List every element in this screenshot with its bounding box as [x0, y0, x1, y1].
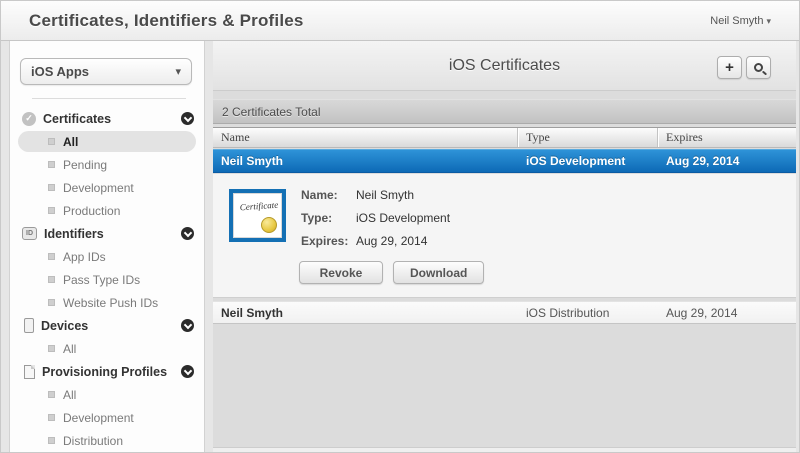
summary-bar: 2 Certificates Total	[213, 99, 796, 124]
column-header-expires[interactable]: Expires	[658, 128, 796, 147]
sidebar-item-label: Pass Type IDs	[63, 272, 141, 287]
id-badge-icon: ID	[22, 227, 37, 240]
cell-expires: Aug 29, 2014	[666, 305, 738, 320]
certificate-seal-icon: ✓	[22, 111, 36, 126]
section-label: Certificates	[43, 111, 112, 126]
search-button[interactable]	[746, 56, 771, 79]
revoke-button[interactable]: Revoke	[299, 261, 383, 284]
sidebar-section-devices[interactable]: Devices	[10, 314, 204, 337]
certificate-detail-panel: Certificate Name: Neil Smyth Type: iOS D…	[213, 174, 796, 298]
sidebar-item-certificates-production[interactable]: Production	[10, 199, 204, 222]
bullet-icon	[48, 253, 55, 260]
bullet-icon	[48, 414, 55, 421]
detail-fields: Name: Neil Smyth Type: iOS Development E…	[301, 188, 450, 257]
sidebar-item-profiles-distribution[interactable]: Distribution	[10, 429, 204, 452]
field-label: Name:	[301, 188, 338, 202]
sidebar-item-label: App IDs	[63, 249, 106, 264]
sidebar-section-certificates[interactable]: ✓ Certificates	[10, 107, 204, 130]
chevron-down-icon: ▾	[766, 16, 771, 26]
bullet-icon	[48, 299, 55, 306]
sidebar-section-provisioning-profiles[interactable]: Provisioning Profiles	[10, 360, 204, 383]
cell-type: iOS Development	[526, 154, 626, 168]
magnifier-icon	[754, 63, 763, 72]
sidebar-item-devices-all[interactable]: All	[10, 337, 204, 360]
certificate-thumbnail-label: Certificate	[239, 199, 279, 213]
column-header-name[interactable]: Name	[213, 128, 518, 147]
sidebar-item-app-ids[interactable]: App IDs	[10, 245, 204, 268]
sidebar-item-certificates-development[interactable]: Development	[10, 176, 204, 199]
cell-expires: Aug 29, 2014	[666, 154, 740, 168]
certificates-identifiers-profiles-page: Certificates, Identifiers & Profiles Nei…	[0, 0, 800, 453]
sidebar-item-label: Development	[63, 180, 134, 195]
sidebar-divider	[32, 98, 186, 99]
sidebar-item-profiles-all[interactable]: All	[10, 383, 204, 406]
sidebar-item-certificates-pending[interactable]: Pending	[10, 153, 204, 176]
bullet-icon	[48, 391, 55, 398]
download-button[interactable]: Download	[393, 261, 485, 284]
sidebar-nav: ✓ Certificates All Pending Development P…	[10, 107, 204, 452]
bullet-icon	[48, 437, 55, 444]
field-value: Neil Smyth	[356, 188, 415, 202]
sidebar-item-label: Distribution	[63, 433, 124, 448]
bottom-strip	[213, 447, 796, 452]
table-row-selected[interactable]: Neil Smyth iOS Development Aug 29, 2014	[213, 149, 796, 173]
bullet-icon	[48, 138, 55, 145]
page-title: Certificates, Identifiers & Profiles	[29, 11, 304, 30]
bullet-icon	[48, 207, 55, 214]
sidebar-item-pass-type-ids[interactable]: Pass Type IDs	[10, 268, 204, 291]
cell-name: Neil Smyth	[221, 154, 284, 168]
detail-buttons: Revoke Download	[299, 261, 485, 284]
section-label: Identifiers	[44, 226, 104, 241]
sidebar-item-label: All	[63, 387, 77, 402]
gold-seal-icon	[261, 217, 277, 233]
chevron-down-circle-icon[interactable]	[181, 112, 194, 125]
chevron-down-circle-icon[interactable]	[181, 227, 194, 240]
sidebar-item-website-push-ids[interactable]: Website Push IDs	[10, 291, 204, 314]
user-name: Neil Smyth	[710, 15, 764, 27]
detail-field-name: Name: Neil Smyth	[301, 188, 450, 202]
team-selector-label: iOS Apps	[31, 64, 90, 79]
certificate-thumbnail: Certificate	[229, 189, 286, 242]
user-account-menu[interactable]: Neil Smyth ▾	[710, 15, 771, 27]
team-selector-dropdown[interactable]: iOS Apps ▾	[20, 58, 192, 85]
sidebar-section-identifiers[interactable]: ID Identifiers	[10, 222, 204, 245]
sidebar-item-label: All	[63, 134, 79, 149]
sidebar-item-label: All	[63, 341, 77, 356]
chevron-down-circle-icon[interactable]	[181, 365, 194, 378]
column-header-type[interactable]: Type	[518, 128, 658, 147]
field-label: Type:	[301, 211, 333, 225]
add-certificate-button[interactable]: +	[717, 56, 742, 79]
sidebar-item-profiles-development[interactable]: Development	[10, 406, 204, 429]
field-label: Expires:	[301, 234, 349, 248]
field-value: Aug 29, 2014	[356, 234, 428, 248]
detail-field-type: Type: iOS Development	[301, 211, 450, 225]
main-panel: iOS Certificates + 2 Certificates Total …	[213, 41, 796, 452]
chevron-down-icon: ▾	[175, 66, 181, 78]
table-header: Name Type Expires	[213, 127, 796, 148]
main-titlebar: iOS Certificates +	[213, 41, 796, 91]
sidebar-item-label: Production	[63, 203, 121, 218]
bullet-icon	[48, 161, 55, 168]
device-icon	[24, 318, 34, 333]
top-header: Certificates, Identifiers & Profiles Nei…	[1, 1, 799, 41]
bullet-icon	[48, 345, 55, 352]
table-row[interactable]: Neil Smyth iOS Distribution Aug 29, 2014	[213, 301, 796, 324]
bullet-icon	[48, 184, 55, 191]
sidebar-item-label: Website Push IDs	[63, 295, 159, 310]
sidebar-item-label: Pending	[63, 157, 108, 172]
section-label: Provisioning Profiles	[42, 364, 168, 379]
chevron-down-circle-icon[interactable]	[181, 319, 194, 332]
sidebar-item-label: Development	[63, 410, 134, 425]
certificates-count: 2 Certificates Total	[222, 104, 321, 119]
main-title: iOS Certificates	[448, 57, 561, 74]
sidebar: iOS Apps ▾ ✓ Certificates All Pending De…	[9, 41, 205, 452]
sidebar-item-certificates-all[interactable]: All	[10, 130, 204, 153]
document-icon	[24, 364, 35, 379]
cell-name: Neil Smyth	[221, 305, 284, 320]
cell-type: iOS Distribution	[526, 305, 610, 320]
bullet-icon	[48, 276, 55, 283]
field-value: iOS Development	[356, 211, 451, 225]
detail-field-expires: Expires: Aug 29, 2014	[301, 234, 450, 248]
section-label: Devices	[41, 318, 89, 333]
